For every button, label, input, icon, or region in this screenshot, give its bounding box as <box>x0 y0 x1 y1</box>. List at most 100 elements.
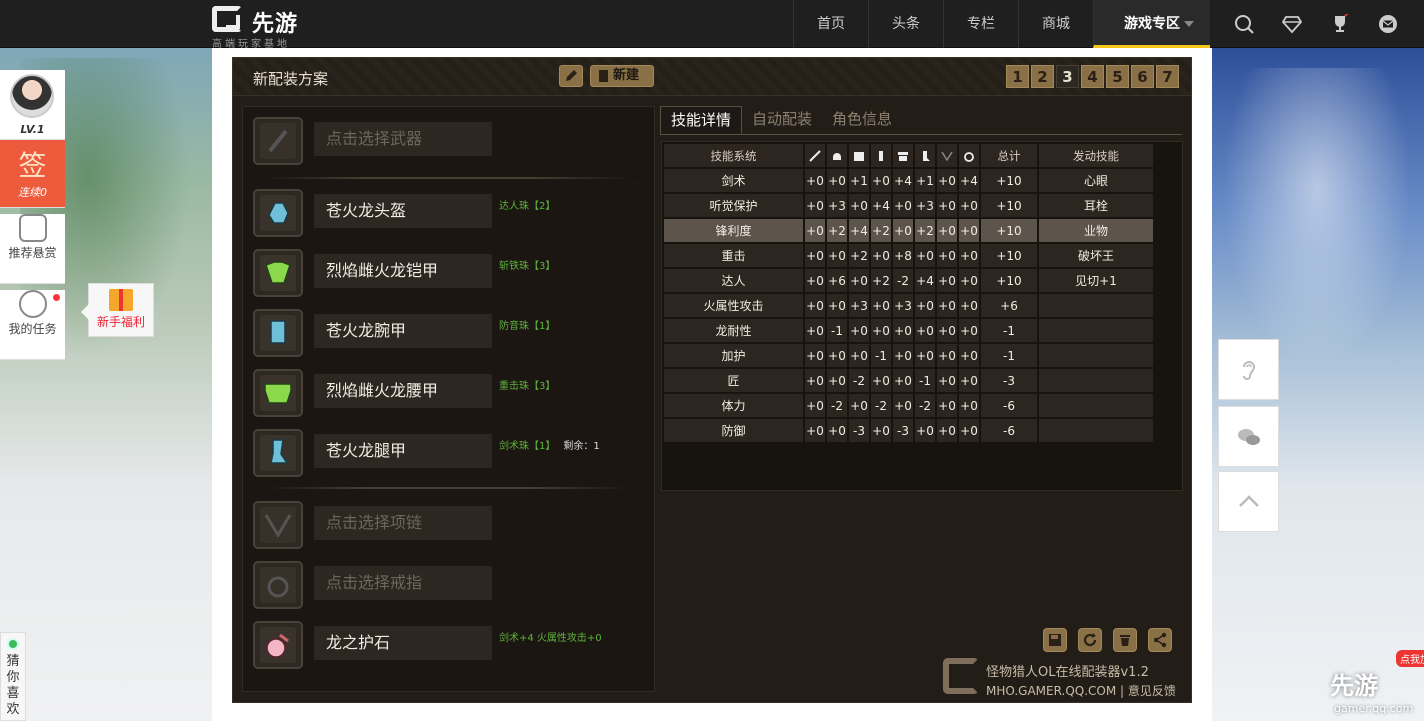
tab-character-info[interactable]: 角色信息 <box>822 106 902 134</box>
skill-slot-value: +2 <box>849 244 869 267</box>
nav-link-columns[interactable]: 专栏 <box>943 0 1018 48</box>
page-button-6[interactable]: 6 <box>1131 65 1154 88</box>
necklace-slot[interactable]: 点击选择项链 <box>253 501 648 549</box>
skill-row[interactable]: 体力 +0 -2 +0 -2 +0 -2 +0 +0 -6 <box>664 394 1153 417</box>
skill-slot-value: +0 <box>893 394 913 417</box>
armor-slot-head[interactable]: 苍火龙头盔 达人珠【2】 <box>253 189 648 237</box>
newbie-welfare-label: 新手福利 <box>96 315 145 329</box>
skill-row[interactable]: 达人 +0 +6 +0 +2 -2 +4 +0 +0 +10 见切+1 <box>664 269 1153 292</box>
skill-row[interactable]: 听觉保护 +0 +3 +0 +4 +0 +3 +0 +0 +10 耳栓 <box>664 194 1153 217</box>
skill-row[interactable]: 剑术 +0 +0 +1 +0 +4 +1 +0 +4 +10 心眼 <box>664 169 1153 192</box>
save-icon[interactable] <box>1043 628 1067 652</box>
weapon-name[interactable]: 点击选择武器 <box>314 122 492 156</box>
trophy-icon[interactable] <box>1316 0 1364 48</box>
tab-skill-details[interactable]: 技能详情 <box>660 106 743 134</box>
share-icon[interactable] <box>1148 628 1172 652</box>
nav-link-headlines[interactable]: 头条 <box>868 0 943 48</box>
tab-underline <box>660 134 1182 135</box>
skill-row[interactable]: 火属性攻击 +0 +0 +3 +0 +3 +0 +0 +0 +6 <box>664 294 1153 317</box>
talisman-slot[interactable]: 龙之护石 剑术+4 火属性攻击+0 <box>253 621 648 669</box>
nav-link-home[interactable]: 首页 <box>793 0 868 48</box>
skill-row[interactable]: 防御 +0 +0 -3 +0 -3 +0 +0 +0 -6 <box>664 419 1153 442</box>
armor-slot-legs[interactable]: 苍火龙腿甲 剑术珠【1】 剩余：1 <box>253 429 648 477</box>
wechat-icon[interactable] <box>1218 406 1279 467</box>
skill-total: -1 <box>981 319 1037 342</box>
armor-name[interactable]: 烈焰雌火龙腰甲 <box>314 374 492 408</box>
chevron-down-icon <box>1184 21 1194 27</box>
diamond-icon[interactable] <box>1268 0 1316 48</box>
edit-button[interactable] <box>559 65 583 87</box>
necklace-name[interactable]: 点击选择项链 <box>314 506 492 540</box>
armor-name[interactable]: 烈焰雌火龙铠甲 <box>314 254 492 288</box>
newbie-welfare-button[interactable]: 新手福利 <box>81 283 154 337</box>
skill-slot-value: +0 <box>937 219 957 242</box>
left-float-sidebar: LV.1 签 连续0 推荐悬赏 我的任务 <box>0 70 65 360</box>
skill-row[interactable]: 重击 +0 +0 +2 +0 +8 +0 +0 +0 +10 破坏王 <box>664 244 1153 267</box>
skill-slot-value: +0 <box>849 319 869 342</box>
skill-slot-value: +0 <box>937 344 957 367</box>
page-button-5[interactable]: 5 <box>1106 65 1129 88</box>
armor-slot-arms[interactable]: 苍火龙腕甲 防音珠【1】 <box>253 309 648 357</box>
app-url[interactable]: MHO.GAMER.QQ.COM <box>986 684 1116 698</box>
trash-icon[interactable] <box>1113 628 1137 652</box>
my-tasks-label: 我的任务 <box>8 322 57 336</box>
skill-row[interactable]: 龙耐性 +0 -1 +0 +0 +0 +0 +0 +0 -1 <box>664 319 1153 342</box>
brand-tag[interactable]: 点我加 <box>1396 650 1424 667</box>
avatar[interactable] <box>10 74 54 118</box>
site-logo[interactable]: 先游 高端玩家基地 <box>212 4 312 50</box>
guess-you-like-label: 猜你喜欢 <box>6 654 20 717</box>
skill-row[interactable]: 匠 +0 +0 -2 +0 +0 -1 +0 +0 -3 <box>664 369 1153 392</box>
feedback-link[interactable]: 意见反馈 <box>1128 684 1176 698</box>
skill-row[interactable]: 锋利度 +0 +2 +4 +2 +0 +2 +0 +0 +10 业物 <box>664 219 1153 242</box>
user-avatar-box[interactable]: LV.1 <box>0 70 65 140</box>
sign-in-button[interactable]: 签 连续0 <box>0 140 65 208</box>
divider <box>253 177 643 179</box>
my-tasks-button[interactable]: 我的任务 <box>0 290 65 360</box>
talisman-name[interactable]: 龙之护石 <box>314 626 492 660</box>
nav-icons <box>1220 0 1412 48</box>
new-plan-button[interactable]: 新建 <box>590 65 654 87</box>
armor-name[interactable]: 苍火龙腕甲 <box>314 314 492 348</box>
back-to-top-icon[interactable] <box>1218 471 1279 532</box>
refresh-icon[interactable] <box>1078 628 1102 652</box>
skill-slot-value: +0 <box>959 219 979 242</box>
skill-slot-value: +0 <box>849 269 869 292</box>
waist-armor-icon <box>253 369 303 417</box>
header-active-skill: 发动技能 <box>1039 144 1153 167</box>
armor-slot-chest[interactable]: 烈焰雌火龙铠甲 斩铁珠【3】 <box>253 249 648 297</box>
page-button-7[interactable]: 7 <box>1156 65 1179 88</box>
weapon-slot[interactable]: 点击选择武器 <box>253 117 648 165</box>
armor-name[interactable]: 苍火龙头盔 <box>314 194 492 228</box>
tab-auto-equip[interactable]: 自动配装 <box>742 106 822 134</box>
armor-slot-waist[interactable]: 烈焰雌火龙腰甲 重击珠【3】 <box>253 369 648 417</box>
search-icon[interactable] <box>1220 0 1268 48</box>
skill-row[interactable]: 加护 +0 +0 +0 -1 +0 +0 +0 +0 -1 <box>664 344 1153 367</box>
skill-slot-value: +0 <box>959 194 979 217</box>
ear-icon[interactable] <box>1218 339 1279 400</box>
logo-mark-icon <box>212 6 242 32</box>
ring-name[interactable]: 点击选择戒指 <box>314 566 492 600</box>
recommend-reward-button[interactable]: 推荐悬赏 <box>0 214 65 284</box>
nav-link-game-zone[interactable]: 游戏专区 <box>1093 0 1210 48</box>
header-total: 总计 <box>981 144 1037 167</box>
mail-icon[interactable] <box>1364 0 1412 48</box>
skill-slot-value: +2 <box>915 219 935 242</box>
skill-slot-value: +4 <box>871 194 891 217</box>
talisman-skills: 剑术+4 火属性攻击+0 <box>499 633 602 644</box>
skill-slot-value: -2 <box>849 369 869 392</box>
page-button-3[interactable]: 3 <box>1056 65 1079 88</box>
page-button-1[interactable]: 1 <box>1006 65 1029 88</box>
skill-name: 听觉保护 <box>664 194 803 217</box>
activated-skill <box>1039 294 1153 317</box>
ring-slot[interactable]: 点击选择戒指 <box>253 561 648 609</box>
notification-dot <box>53 294 60 301</box>
armor-name[interactable]: 苍火龙腿甲 <box>314 434 492 468</box>
skill-slot-value: +0 <box>805 419 825 442</box>
guess-you-like-tab[interactable]: 猜你喜欢 <box>0 632 26 721</box>
page-button-4[interactable]: 4 <box>1081 65 1104 88</box>
skill-slot-value: +0 <box>915 344 935 367</box>
skill-slot-value: +0 <box>827 169 847 192</box>
page-button-2[interactable]: 2 <box>1031 65 1054 88</box>
skill-slot-value: +4 <box>915 269 935 292</box>
nav-link-store[interactable]: 商城 <box>1018 0 1093 48</box>
